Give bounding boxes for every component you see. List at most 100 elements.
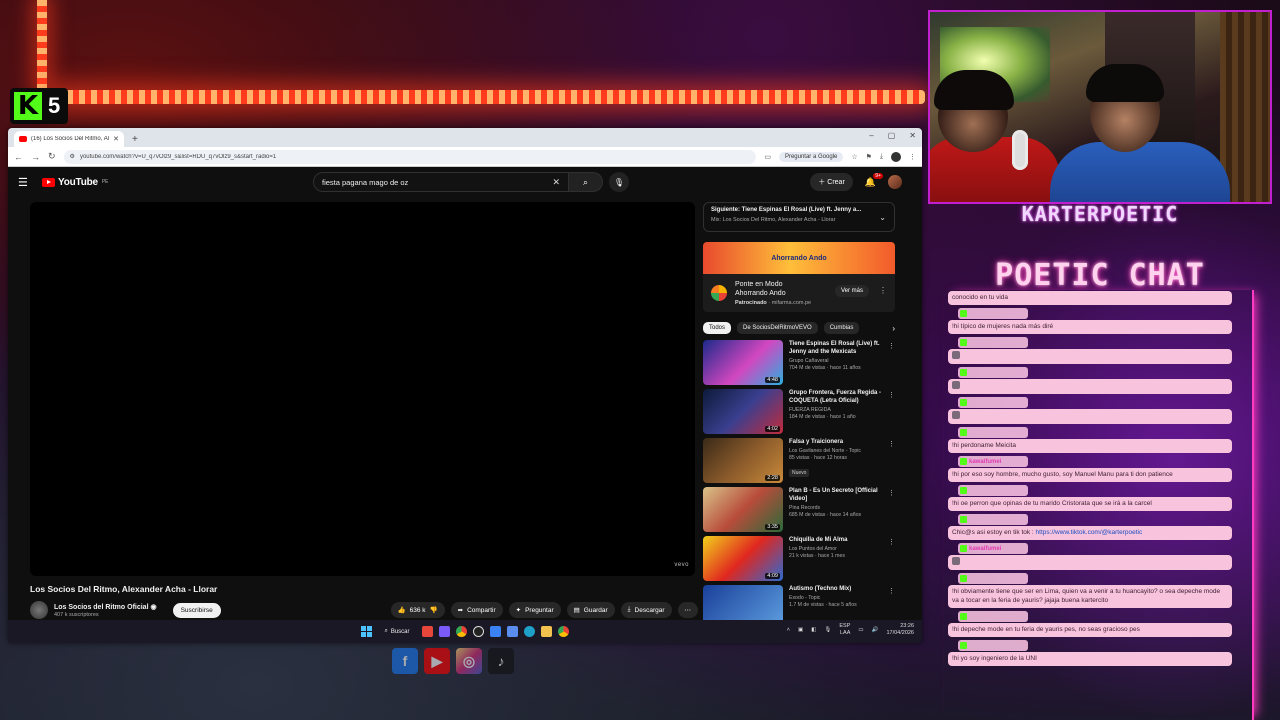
- related-video[interactable]: 4:09 Chiquilla de Mi Alma Los Puntos del …: [703, 536, 895, 585]
- ad-title[interactable]: Ponte en Modo Ahorrando Ando: [735, 280, 805, 299]
- network-icon[interactable]: ▭: [858, 627, 863, 633]
- tray-app-icon[interactable]: ▣: [798, 627, 803, 633]
- video-menu-icon[interactable]: ⋮: [888, 489, 895, 497]
- youtube-logo[interactable]: YouTube PE: [42, 177, 108, 188]
- search-button[interactable]: ⌕: [569, 172, 603, 192]
- related-video[interactable]: 3:35 Plan B - Es Un Secreto [Official Vi…: [703, 487, 895, 536]
- bookmark-star-icon[interactable]: ☆: [851, 153, 857, 161]
- channel-name[interactable]: Los Socios del Ritmo Oficial ◉: [54, 603, 157, 611]
- video-menu-icon[interactable]: ⋮: [888, 342, 895, 350]
- notification-count: 9+: [873, 172, 883, 179]
- chevron-up-icon[interactable]: ˄: [787, 627, 790, 633]
- chevron-right-icon[interactable]: ›: [892, 324, 895, 333]
- chrome-icon[interactable]: [455, 626, 467, 637]
- related-video[interactable]: 4:02 Grupo Frontera, Fuerza Regida - COQ…: [703, 389, 895, 438]
- video-player[interactable]: vevo: [30, 202, 695, 576]
- chrome-icon[interactable]: [557, 626, 569, 637]
- kick-badge-icon: [960, 545, 967, 553]
- ask-google-button[interactable]: Preguntar a Google: [778, 151, 844, 162]
- ad-row: Ponte en Modo Ahorrando Ando Patrocinado…: [703, 274, 895, 312]
- notifications-bell-icon[interactable]: 🔔 9+: [865, 172, 883, 188]
- account-avatar[interactable]: [888, 175, 902, 189]
- youtube-icon: ▶: [424, 648, 450, 674]
- cast-icon[interactable]: ▭: [764, 153, 771, 161]
- sparkle-icon: ✦: [515, 607, 522, 614]
- close-window-button[interactable]: ✕: [909, 131, 916, 140]
- download-button[interactable]: ⤓ Descargar: [620, 602, 672, 618]
- ad-banner-image[interactable]: Ahorrando Ando: [703, 242, 895, 274]
- search-icon: ⌕: [384, 628, 388, 634]
- profile-icon[interactable]: [891, 151, 901, 162]
- related-video[interactable]: 4:48 Tiene Espinas El Rosal (Live) ft. J…: [703, 340, 895, 389]
- edge-icon[interactable]: [523, 626, 535, 637]
- youtube-logo-text: YouTube: [58, 176, 98, 188]
- start-button[interactable]: [361, 626, 373, 637]
- create-button[interactable]: ＋ Crear: [810, 173, 853, 191]
- video-thumbnail[interactable]: 4:48: [703, 340, 783, 385]
- app-icon[interactable]: [489, 626, 501, 637]
- next-up-box[interactable]: Siguiente: Tiene Espinas El Rosal (Live)…: [703, 202, 895, 232]
- microphone-icon: [1012, 130, 1028, 170]
- chat-username: [958, 308, 1028, 319]
- save-button[interactable]: ▤ Guardar: [566, 602, 615, 618]
- tray-app-icon[interactable]: ◧: [811, 627, 816, 633]
- instagram-icon: ◎: [456, 648, 482, 674]
- language-indicator[interactable]: ESP LAA: [839, 623, 850, 637]
- ad-menu-icon[interactable]: ⋮: [879, 286, 887, 295]
- chip-channel[interactable]: De SociosDelRitmoVEVO: [737, 322, 818, 334]
- tiktok-link[interactable]: https://www.tiktok.com/@karterpoetic: [1036, 529, 1143, 536]
- channel-avatar[interactable]: [30, 601, 48, 619]
- video-thumbnail[interactable]: 3:35: [703, 487, 783, 532]
- chip-cumbias[interactable]: Cumbias: [823, 322, 860, 334]
- clear-search-icon[interactable]: ✕: [552, 177, 560, 188]
- video-thumbnail[interactable]: 4:02: [703, 389, 783, 434]
- chevron-down-icon[interactable]: ⌄: [879, 213, 886, 222]
- subscribe-button[interactable]: Suscribirse: [172, 602, 221, 618]
- chip-todos[interactable]: Todos: [703, 322, 732, 334]
- close-tab-icon[interactable]: ✕: [113, 135, 119, 143]
- browser-tab-youtube[interactable]: (16) Los Socios Del Ritmo, Ale ✕: [14, 131, 124, 147]
- site-info-icon[interactable]: ⚙: [70, 153, 75, 160]
- obs-icon[interactable]: [472, 626, 484, 637]
- volume-icon[interactable]: 🔊: [872, 627, 879, 633]
- chat-panel: conocido en tu vida !hi típico de mujere…: [944, 290, 1254, 720]
- url-field[interactable]: ⚙ youtube.com/watch?v=U_q7vOlz9_s&list=R…: [63, 149, 757, 164]
- app-icon[interactable]: [438, 626, 450, 637]
- menu-icon[interactable]: ☰: [18, 176, 30, 189]
- more-actions-button[interactable]: ⋯: [677, 602, 698, 618]
- search-input[interactable]: fiesta pagana mago de oz ✕: [313, 172, 569, 192]
- video-thumbnail[interactable]: 4:09: [703, 536, 783, 581]
- taskbar-search[interactable]: ⌕ Buscar: [378, 628, 415, 635]
- browser-menu-icon[interactable]: ⋮: [909, 153, 916, 161]
- ad-cta-button[interactable]: Ver más: [834, 285, 869, 297]
- back-arrow-icon[interactable]: ←: [14, 152, 23, 162]
- ask-button[interactable]: ✦ Preguntar: [508, 602, 561, 618]
- clock[interactable]: 23:26 17/04/2026: [886, 623, 914, 637]
- like-button[interactable]: 👍 636 k 👎: [390, 602, 445, 618]
- like-count: 636 k: [409, 606, 426, 614]
- forward-arrow-icon[interactable]: →: [31, 152, 40, 162]
- video-menu-icon[interactable]: ⋮: [888, 587, 895, 595]
- chat-message: kawaifumei !hi por eso soy hombre, mucho…: [948, 456, 1232, 483]
- minimize-button[interactable]: –: [869, 131, 873, 140]
- maximize-button[interactable]: ▢: [888, 131, 896, 140]
- video-thumbnail[interactable]: 2:28: [703, 438, 783, 483]
- store-icon[interactable]: [506, 626, 518, 637]
- app-icon[interactable]: [421, 626, 433, 637]
- new-tab-button[interactable]: +: [124, 134, 146, 147]
- share-button[interactable]: ➦ Compartir: [450, 602, 503, 618]
- download-arrow-icon: ⤓: [627, 606, 631, 613]
- voice-search-button[interactable]: 🎙: [609, 172, 629, 192]
- extensions-icon[interactable]: ⚑: [866, 153, 872, 161]
- download-icon[interactable]: ⤓: [880, 153, 883, 161]
- video-menu-icon[interactable]: ⋮: [888, 440, 895, 448]
- video-menu-icon[interactable]: ⋮: [888, 538, 895, 546]
- chat-username: [958, 639, 1028, 651]
- related-video[interactable]: 2:28 Falsa y Traicionera Los Gavilanes de…: [703, 438, 895, 487]
- reload-icon[interactable]: ↻: [48, 151, 56, 162]
- webcam-person-right-hair: [1086, 64, 1164, 102]
- microphone-icon[interactable]: 🎙: [824, 627, 831, 633]
- thumbs-down-icon[interactable]: 👎: [430, 606, 438, 614]
- video-menu-icon[interactable]: ⋮: [888, 391, 895, 399]
- folder-icon[interactable]: [540, 626, 552, 637]
